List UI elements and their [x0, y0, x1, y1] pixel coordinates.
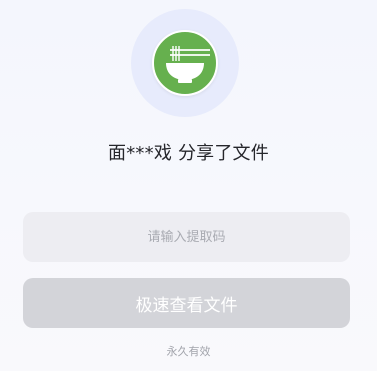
extraction-code-input[interactable]: [23, 212, 350, 262]
validity-text: 永久有效: [166, 345, 211, 358]
quick-view-file-button[interactable]: 极速查看文件: [23, 278, 350, 328]
noodle-bowl-icon: [154, 32, 216, 94]
avatar: [152, 30, 218, 96]
sharer-text: 面***戏 分享了文件: [108, 143, 269, 164]
